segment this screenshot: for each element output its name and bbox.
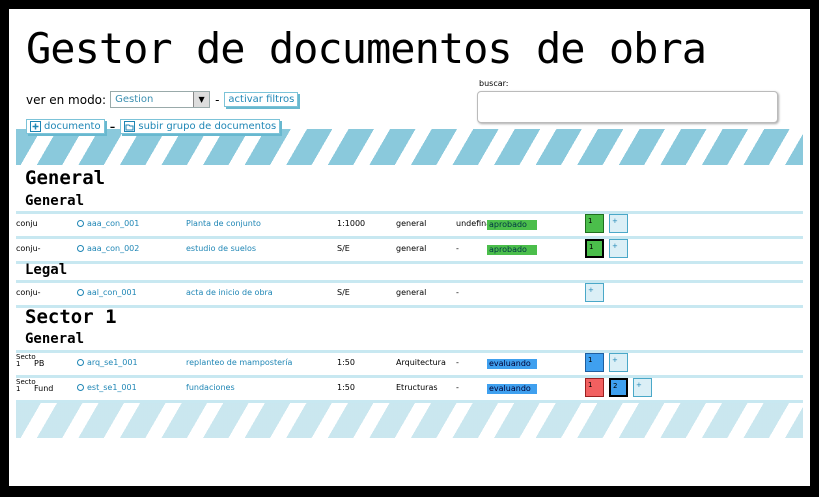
- upload-document-group-label: subir grupo de documentos: [138, 121, 277, 132]
- doc-phase: undefina: [456, 219, 492, 228]
- table-row: conju aaa_con_001 Planta de conjunto 1:1…: [16, 211, 803, 239]
- version-button[interactable]: 1: [585, 239, 604, 258]
- separator: -: [215, 92, 220, 107]
- doc-discipline: general: [396, 244, 427, 253]
- doc-discipline: general: [396, 288, 427, 297]
- version-button[interactable]: 1: [585, 378, 604, 397]
- doc-discipline: Etructuras: [396, 383, 438, 392]
- doc-code-link[interactable]: arq_se1_001: [77, 358, 138, 367]
- doc-code: aaa_con_001: [87, 219, 140, 228]
- add-version-button[interactable]: +: [609, 214, 628, 233]
- circle-icon: [77, 384, 84, 391]
- doc-scale: S/E: [337, 288, 350, 297]
- status-badge: evaluando: [487, 359, 537, 369]
- page-title: Gestor de documentos de obra: [26, 24, 707, 73]
- outer-frame: Gestor de documentos de obra ver en modo…: [0, 0, 819, 497]
- doc-code-link[interactable]: est_se1_001: [77, 383, 137, 392]
- doc-code: est_se1_001: [87, 383, 137, 392]
- group-title: General: [25, 193, 85, 209]
- search-input[interactable]: [477, 91, 778, 123]
- circle-icon: [77, 359, 84, 366]
- chevron-down-icon[interactable]: ▼: [193, 92, 210, 107]
- add-document-label: documento: [44, 121, 101, 132]
- doc-code: aaa_con_002: [87, 244, 140, 253]
- doc-short-label: PB: [34, 359, 45, 368]
- mode-select[interactable]: Gestion ▼: [110, 91, 211, 108]
- status-badge: aprobado: [487, 245, 537, 255]
- doc-scale: S/E: [337, 244, 350, 253]
- add-version-button[interactable]: +: [633, 378, 652, 397]
- table-row: conju- aaa_con_002 estudio de suelos S/E…: [16, 236, 803, 264]
- add-version-button[interactable]: +: [609, 353, 628, 372]
- upload-document-group-button[interactable]: subir grupo de documentos: [120, 119, 281, 134]
- activate-filters-button[interactable]: activar filtros: [224, 92, 299, 107]
- section-title: Sector 1: [25, 306, 117, 328]
- doc-code-link[interactable]: aaa_con_001: [77, 219, 139, 228]
- status-badge: aprobado: [487, 220, 537, 230]
- mode-label: ver en modo:: [26, 92, 107, 107]
- doc-discipline: Arquitectura: [396, 358, 446, 367]
- activate-filters-label: activar filtros: [228, 94, 295, 105]
- doc-discipline: general: [396, 219, 427, 228]
- mode-select-value: Gestion: [115, 94, 154, 105]
- folder-upload-icon: [124, 121, 136, 132]
- circle-icon: [77, 220, 84, 227]
- circle-icon: [77, 289, 84, 296]
- doc-short-name: conju-: [16, 244, 41, 253]
- doc-title-link[interactable]: estudio de suelos: [186, 244, 256, 253]
- doc-short-name: conju: [16, 219, 38, 228]
- search-label: buscar:: [479, 79, 509, 88]
- table-row: Secto 1 Fund est_se1_001 fundaciones 1:50…: [16, 375, 803, 403]
- content-area: Gestor de documentos de obra ver en modo…: [16, 16, 803, 479]
- page: Gestor de documentos de obra ver en modo…: [9, 9, 810, 486]
- doc-title-link[interactable]: Planta de conjunto: [186, 219, 261, 228]
- doc-title-link[interactable]: fundaciones: [186, 383, 235, 392]
- add-document-button[interactable]: documento: [26, 119, 105, 134]
- circle-icon: [77, 245, 84, 252]
- doc-title-link[interactable]: acta de inicio de obra: [186, 288, 273, 297]
- document-actions-row: documento - subir grupo de documentos: [26, 117, 281, 136]
- doc-phase: -: [456, 244, 459, 253]
- add-document-icon: [30, 121, 41, 132]
- doc-phase: -: [456, 358, 459, 367]
- add-version-button[interactable]: +: [609, 239, 628, 258]
- doc-short-label: Fund: [34, 384, 54, 393]
- version-button[interactable]: 2: [609, 378, 628, 397]
- group-title: General: [25, 331, 85, 347]
- doc-short-bottom: 1: [16, 385, 21, 393]
- group-title: Legal: [25, 262, 68, 278]
- doc-code: arq_se1_001: [87, 358, 138, 367]
- doc-scale: 1:1000: [337, 219, 366, 228]
- version-button[interactable]: 1: [585, 214, 604, 233]
- doc-short-name: Secto 1: [16, 354, 36, 368]
- version-button[interactable]: 1: [585, 353, 604, 372]
- doc-code: aal_con_001: [87, 288, 137, 297]
- separator: -: [109, 117, 116, 136]
- doc-code-link[interactable]: aal_con_001: [77, 288, 137, 297]
- section-title: General: [25, 167, 106, 189]
- add-version-button[interactable]: +: [585, 283, 604, 302]
- mode-selector-row: ver en modo: Gestion ▼ - activar filtros: [26, 91, 299, 108]
- doc-scale: 1:50: [337, 383, 355, 392]
- status-badge: evaluando: [487, 384, 537, 394]
- decorative-stripes-bottom: [16, 402, 803, 438]
- doc-code-link[interactable]: aaa_con_002: [77, 244, 139, 253]
- doc-phase: -: [456, 288, 459, 297]
- table-row: Secto 1 PB arq_se1_001 replanteo de mampo…: [16, 350, 803, 378]
- doc-short-name: Secto 1: [16, 379, 36, 393]
- doc-title-link[interactable]: replanteo de mampostería: [186, 358, 292, 367]
- table-row: conju- aal_con_001 acta de inicio de obr…: [16, 280, 803, 308]
- doc-scale: 1:50: [337, 358, 355, 367]
- doc-short-name: conju-: [16, 288, 41, 297]
- doc-phase: -: [456, 383, 459, 392]
- doc-short-bottom: 1: [16, 360, 21, 368]
